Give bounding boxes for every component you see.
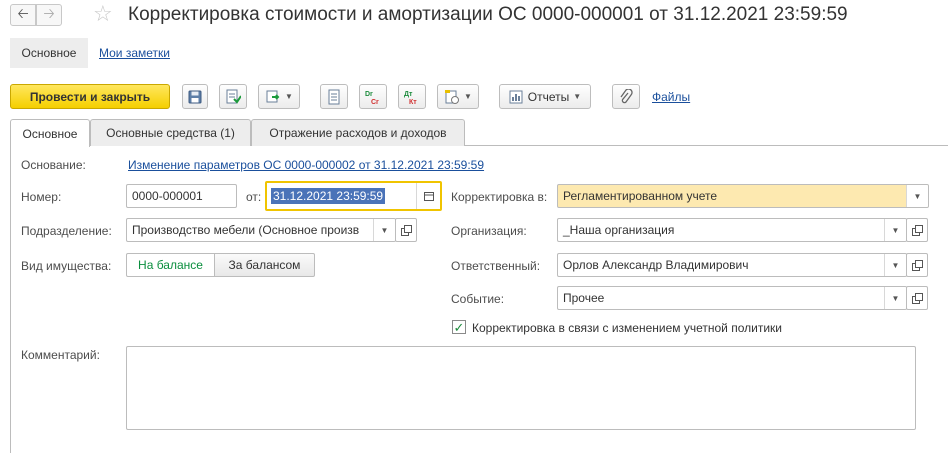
debit-credit-icon: DrCr <box>365 91 379 105</box>
chevron-down-icon[interactable]: ▼ <box>906 185 928 207</box>
back-button[interactable]: 🡠 <box>10 4 36 26</box>
save-icon <box>188 90 202 103</box>
chevron-down-icon[interactable]: ▼ <box>884 254 906 276</box>
date-value: 31.12.2021 23:59:59 <box>271 188 386 204</box>
policy-checkbox[interactable]: ✓ <box>452 320 466 334</box>
chevron-down-icon[interactable]: ▼ <box>373 219 395 241</box>
policy-checkbox-label[interactable]: Корректировка в связи с изменением учетн… <box>472 321 782 335</box>
reports-button[interactable]: Отчеты ▼ <box>499 84 591 109</box>
department-open-button[interactable] <box>395 218 417 242</box>
chevron-down-icon: ▼ <box>573 92 582 101</box>
save-button[interactable] <box>182 84 208 109</box>
favorite-star-icon[interactable]: ☆ <box>93 1 113 27</box>
date-label: от: <box>246 190 262 204</box>
svg-text:Дт: Дт <box>404 91 413 98</box>
comment-textarea[interactable] <box>126 346 916 430</box>
chevron-down-icon[interactable]: ▼ <box>884 287 906 309</box>
responsible-select[interactable]: Орлов Александр Владимирович ▼ <box>557 253 907 277</box>
forward-button[interactable]: 🡢 <box>36 4 62 26</box>
svg-text:Dr: Dr <box>365 91 373 98</box>
chevron-down-icon: ▼ <box>285 92 293 101</box>
on-balance-toggle[interactable]: На балансе <box>126 253 215 277</box>
number-label: Номер: <box>21 190 62 204</box>
list-icon <box>328 89 340 104</box>
basis-label: Основание: <box>21 158 86 172</box>
event-select[interactable]: Прочее ▼ <box>557 286 907 310</box>
reports-label: Отчеты <box>527 89 570 104</box>
paperclip-icon <box>620 88 633 103</box>
document-list-button[interactable] <box>320 84 348 109</box>
tab-expenses-income[interactable]: Отражение расходов и доходов <box>251 119 465 146</box>
off-balance-toggle[interactable]: За балансом <box>214 253 315 277</box>
create-based-on-button[interactable]: ▼ <box>258 84 300 109</box>
org-open-button[interactable] <box>906 218 928 242</box>
department-select[interactable]: Производство мебели (Основное произв ▼ <box>126 218 396 242</box>
open-icon <box>401 225 412 236</box>
arrow-right-icon: 🡢 <box>43 5 55 21</box>
create-based-icon <box>266 90 280 102</box>
svg-text:Cr: Cr <box>371 99 379 105</box>
responsible-label: Ответственный: <box>451 259 541 273</box>
arrow-left-icon: 🡠 <box>17 5 29 21</box>
attach-button[interactable] <box>612 84 640 109</box>
checkmark-icon: ✓ <box>453 319 465 335</box>
post-button[interactable] <box>219 84 247 109</box>
event-open-button[interactable] <box>906 286 928 310</box>
svg-text:Кт: Кт <box>409 99 417 105</box>
post-and-close-button[interactable]: Провести и закрыть <box>10 84 170 109</box>
chevron-down-icon: ▼ <box>464 92 472 101</box>
date-field[interactable]: 31.12.2021 23:59:59 <box>265 181 442 211</box>
print-menu-button[interactable]: ▼ <box>437 84 479 109</box>
correction-value: Регламентированном учете <box>563 189 718 203</box>
event-label: Событие: <box>451 292 505 306</box>
org-label: Организация: <box>451 224 527 238</box>
open-icon <box>912 293 923 304</box>
open-icon <box>912 225 923 236</box>
correction-label: Корректировка в: <box>451 190 548 204</box>
basis-link[interactable]: Изменение параметров ОС 0000-000002 от 3… <box>128 158 484 172</box>
files-link[interactable]: Файлы <box>652 90 690 104</box>
tab-main[interactable]: Основное <box>10 119 90 147</box>
org-value: _Наша организация <box>563 223 675 237</box>
responsible-value: Орлов Александр Владимирович <box>563 258 749 272</box>
calendar-icon[interactable] <box>416 183 440 209</box>
event-value: Прочее <box>563 291 605 305</box>
subnav-notes-link[interactable]: Мои заметки <box>99 46 170 60</box>
property-label: Вид имущества: <box>21 259 112 273</box>
print-icon <box>445 89 460 104</box>
number-field[interactable]: 0000-000001 <box>126 184 237 208</box>
department-label: Подразделение: <box>21 224 112 238</box>
tab-fixed-assets[interactable]: Основные средства (1) <box>90 119 251 146</box>
subnav-main[interactable]: Основное <box>10 38 88 68</box>
responsible-open-button[interactable] <box>906 253 928 277</box>
dt-kt-button[interactable]: Дт Кт <box>398 84 426 109</box>
reports-icon <box>509 90 523 103</box>
chevron-down-icon[interactable]: ▼ <box>884 219 906 241</box>
department-value: Производство мебели (Основное произв <box>132 223 360 237</box>
window-title: Корректировка стоимости и амортизации ОС… <box>128 4 848 25</box>
correction-select[interactable]: Регламентированном учете ▼ <box>557 184 929 208</box>
dr-cr-button[interactable]: Dr Cr <box>359 84 387 109</box>
open-icon <box>912 260 923 271</box>
comment-label: Комментарий: <box>21 348 100 362</box>
debit-kredit-icon: ДтКт <box>404 91 417 105</box>
org-select[interactable]: _Наша организация ▼ <box>557 218 907 242</box>
panel-border <box>10 145 11 453</box>
post-document-icon <box>226 89 241 104</box>
